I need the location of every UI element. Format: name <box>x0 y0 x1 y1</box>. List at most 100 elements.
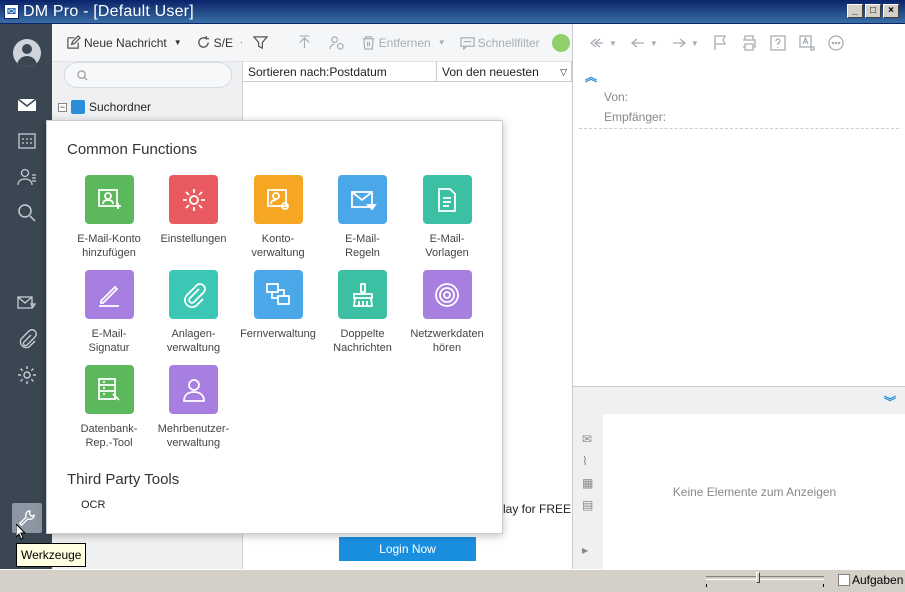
search-folder-label: Suchordner <box>89 100 152 114</box>
avatar[interactable] <box>13 39 41 67</box>
tool-tile[interactable]: Datenbank- Rep.-Tool <box>67 365 151 450</box>
close-button[interactable]: × <box>883 4 899 18</box>
move-up-button[interactable] <box>297 35 315 50</box>
contact-card-icon[interactable]: ▤ <box>582 498 595 512</box>
collapse-toggle[interactable]: − <box>58 102 67 112</box>
search-icon[interactable] <box>16 202 38 224</box>
nav-sidebar <box>0 24 52 569</box>
tool-tile-label: E-Mail- Signatur <box>88 328 130 354</box>
tool-tile[interactable]: Anlagen- verwaltung <box>152 270 236 355</box>
help-button[interactable] <box>770 35 786 51</box>
new-message-button[interactable]: Neue Nachricht ▼ <box>66 35 182 50</box>
minimize-button[interactable]: _ <box>847 4 863 18</box>
settings-icon[interactable] <box>16 364 38 386</box>
chevron-down-icon[interactable]: ▼ <box>691 39 699 48</box>
promo-text[interactable]: lay for FREE <box>503 502 571 516</box>
chevron-down-icon[interactable]: ▼ <box>650 39 658 48</box>
tool-tile[interactable]: Netzwerkdaten hören <box>405 270 489 355</box>
envelope-icon: ✉ <box>4 4 19 19</box>
filter-button[interactable] <box>252 35 271 50</box>
calendar-icon[interactable] <box>16 130 38 152</box>
tree-item-search-folder[interactable]: − Suchordner <box>58 100 151 114</box>
tool-tile[interactable]: E-Mail- Regeln <box>321 175 405 260</box>
tool-tile[interactable]: E-Mail- Vorlagen <box>405 175 489 260</box>
tool-tile[interactable]: Einstellungen <box>152 175 236 246</box>
flag-button[interactable] <box>712 35 728 51</box>
tool-tile[interactable]: Mehrbenutzer- verwaltung <box>152 365 236 450</box>
tasks-checkbox[interactable] <box>838 574 850 586</box>
tool-tile[interactable]: Doppelte Nachrichten <box>321 270 405 355</box>
mouse-cursor-icon <box>16 524 26 540</box>
sort-order-select[interactable]: Von den neuesten ▽ <box>437 62 572 81</box>
tools-tooltip: Werkzeuge <box>16 543 87 567</box>
tool-tile[interactable]: Konto- verwaltung <box>236 175 320 260</box>
tool-tile-label: Mehrbenutzer- verwaltung <box>157 423 230 449</box>
reply-all-button[interactable]: ▼ <box>589 35 617 51</box>
mail-filter-icon[interactable] <box>16 292 38 314</box>
more-button[interactable] <box>828 35 844 51</box>
forward-button[interactable]: ▼ <box>671 35 699 51</box>
paperclip-icon <box>169 270 218 319</box>
remove-label: Entfernen <box>378 35 431 50</box>
reply-all-icon <box>589 38 603 48</box>
tools-popup: Common Functions E-Mail-Konto hinzufügen… <box>46 120 503 534</box>
flag-icon <box>714 35 726 50</box>
header-divider <box>579 128 899 129</box>
reply-button[interactable]: ▼ <box>630 35 658 51</box>
chevron-down-icon[interactable]: ▼ <box>609 39 617 48</box>
send-receive-label: S/E <box>213 35 233 50</box>
user-block-button[interactable] <box>328 35 347 50</box>
send-receive-button[interactable]: S/E · <box>196 35 243 50</box>
chat-bubble-icon <box>459 37 475 50</box>
folder-search-input[interactable] <box>64 62 232 88</box>
attachment-icon[interactable] <box>16 328 38 350</box>
tool-tile-label: Doppelte Nachrichten <box>333 328 392 354</box>
tool-tile-label: Netzwerkdaten hören <box>410 328 484 354</box>
expand-panel-icon[interactable]: ︾ <box>884 393 896 410</box>
signature-icon <box>84 270 134 319</box>
third-party-heading: Third Party Tools <box>67 471 180 488</box>
login-now-button[interactable]: Login Now <box>339 537 476 561</box>
remove-button[interactable]: Entfernen ▼ <box>361 35 446 50</box>
tool-tile-label: Anlagen- verwaltung <box>166 328 221 354</box>
arrow-up-icon <box>299 35 310 49</box>
from-label: Von: <box>604 90 629 104</box>
trash-icon <box>362 36 374 50</box>
ocr-tool-item[interactable]: OCR <box>81 499 105 511</box>
collapse-header-icon[interactable]: ︽ <box>585 68 597 85</box>
print-button[interactable] <box>741 35 757 51</box>
chevron-down-icon[interactable]: · <box>240 38 243 47</box>
translate-button[interactable] <box>799 35 815 51</box>
account-settings-icon <box>253 175 303 224</box>
paperclip-icon[interactable]: ⌇ <box>582 454 595 468</box>
chevron-down-icon[interactable]: ▼ <box>438 38 446 47</box>
quick-filter-button[interactable]: Schnellfilter <box>459 35 540 50</box>
search-folder-icon <box>71 100 85 114</box>
tool-tile-label: Einstellungen <box>160 233 227 245</box>
tool-tile[interactable]: E-Mail-Konto hinzufügen <box>67 175 151 260</box>
user-block-icon <box>328 36 344 50</box>
tool-tile-label: Konto- verwaltung <box>251 233 305 259</box>
question-icon <box>770 35 786 51</box>
chevron-right-icon[interactable]: ▶ <box>582 546 595 559</box>
sort-order-label: Von den neuesten <box>442 65 539 79</box>
tool-tile[interactable]: E-Mail- Signatur <box>67 270 151 355</box>
chevron-down-icon[interactable]: ▼ <box>174 38 182 47</box>
mail-icon[interactable] <box>16 94 38 116</box>
calendar-icon[interactable]: ▦ <box>582 476 595 490</box>
funnel-icon <box>252 36 268 50</box>
database-repair-icon <box>84 365 134 414</box>
contacts-icon[interactable] <box>16 166 38 188</box>
status-indicator-icon[interactable] <box>551 33 570 52</box>
zoom-slider[interactable] <box>706 576 824 580</box>
tasks-toggle[interactable]: Aufgaben <box>838 573 903 587</box>
slider-ticks <box>706 584 824 587</box>
sort-by-select[interactable]: Sortieren nach:Postdatum <box>243 62 437 81</box>
empty-state: Keine Elemente zum Anzeigen <box>672 484 837 499</box>
printer-icon <box>742 35 756 51</box>
zoom-slider-thumb[interactable] <box>756 572 760 583</box>
tool-tile[interactable]: Fernverwaltung <box>236 270 320 341</box>
mail-icon[interactable]: ✉ <box>582 432 595 446</box>
maximize-button[interactable]: □ <box>865 4 881 18</box>
main-toolbar: Neue Nachricht ▼ S/E · Entfernen ▼ Schne… <box>52 24 572 62</box>
